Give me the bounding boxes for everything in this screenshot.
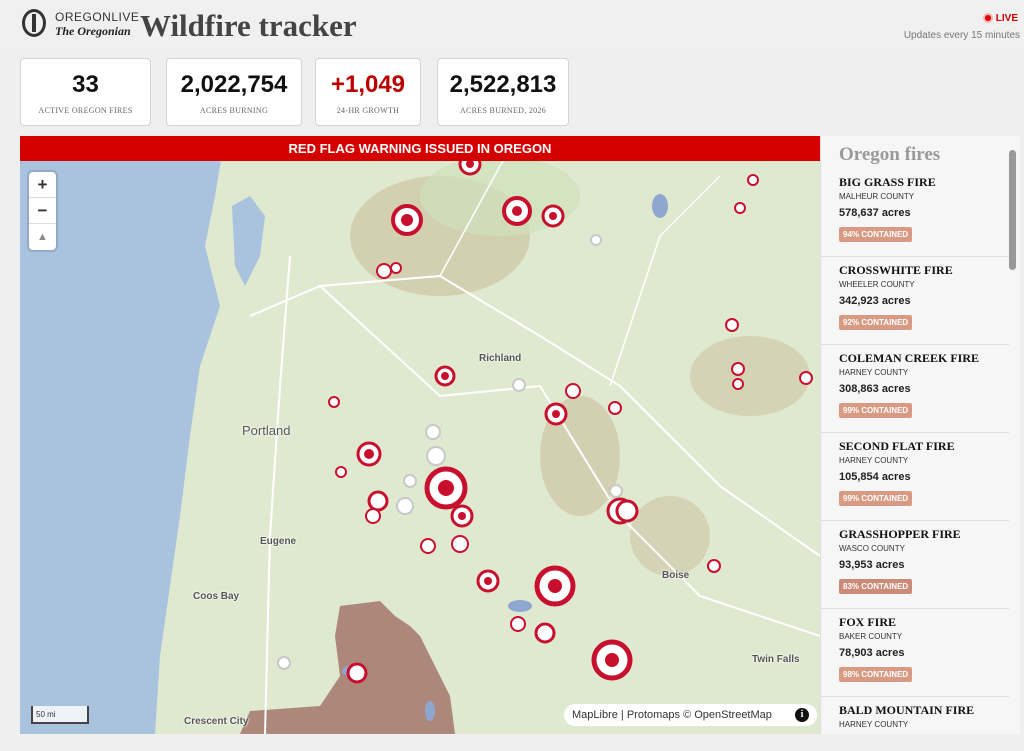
fire-name: BALD MOUNTAIN FIRE [839,703,975,717]
city-label-twin-falls: Twin Falls [752,654,800,665]
containment-badge: 99% CONTAINED [839,403,913,418]
live-indicator: LIVE [982,13,1018,24]
brand-bottom[interactable]: The Oregonian [55,24,131,39]
sidebar-title: Oregon fires [839,144,941,165]
live-label: LIVE [995,13,1018,24]
city-label-eugene: Eugene [260,536,297,547]
city-label-coos-bay: Coos Bay [193,591,240,602]
fire-county: HARNEY COUNTY [839,720,909,729]
fire-county: HARNEY COUNTY [839,368,909,377]
fire-acres: 93,953 acres [839,559,905,571]
info-icon[interactable]: i [795,708,809,722]
page-title: Wildfire tracker [140,8,357,43]
fire-county: BAKER COUNTY [839,632,903,641]
fire-list-item[interactable]: GRASSHOPPER FIRE WASCO COUNTY 93,953 acr… [821,521,1009,609]
stat-active-fires: 33 ACTIVE OREGON FIRES [20,58,151,126]
attribution-text[interactable]: MapLibre | Protomaps © OpenStreetMap [572,709,772,721]
fire-list-item[interactable]: CROSSWHITE FIRE WHEELER COUNTY 342,923 a… [821,257,1009,345]
containment-badge: 92% CONTAINED [839,315,913,330]
fire-list-item[interactable]: FOX FIRE BAKER COUNTY 78,903 acres 98% C… [821,609,1009,697]
sidebar-scrollbar[interactable] [1009,150,1016,270]
zoom-out-button[interactable]: − [29,198,56,224]
containment-badge: 94% CONTAINED [839,227,913,242]
map-attribution: MapLibre | Protomaps © OpenStreetMap i [564,704,817,726]
stat-acres-burned-year: 2,522,813 ACRES BURNED, 2026 [437,58,569,126]
city-label-boise: Boise [662,570,690,581]
red-flag-warning-banner: RED FLAG WARNING ISSUED IN OREGON [20,136,820,161]
fire-county: WHEELER COUNTY [839,280,915,289]
compass-button[interactable]: ▲ [29,224,56,250]
fire-county: HARNEY COUNTY [839,456,909,465]
fire-list-item[interactable]: COLEMAN CREEK FIRE HARNEY COUNTY 308,863… [821,345,1009,433]
stat-value: 33 [72,71,99,98]
fire-name: SECOND FLAT FIRE [839,439,955,453]
live-dot-icon [982,13,993,24]
fire-county: MALHEUR COUNTY [839,192,915,201]
zoom-in-button[interactable]: + [29,172,56,198]
fire-name: COLEMAN CREEK FIRE [839,351,980,365]
map-scale-bar: 50 mi [31,706,89,724]
stat-label: 24-HR GROWTH [336,106,400,115]
fire-county: WASCO COUNTY [839,544,905,553]
stat-label: ACRES BURNED, 2026 [459,106,547,115]
stat-24hr-growth: +1,049 24-HR GROWTH [315,58,421,126]
containment-badge: 99% CONTAINED [839,491,913,506]
fire-acres: 342,923 acres [839,295,911,307]
fire-map[interactable]: Portland Richland Eugene Boise Coos Bay … [20,136,820,734]
fire-name: GRASSHOPPER FIRE [839,527,961,541]
fire-markers-layer[interactable] [20,136,820,734]
fire-name: BIG GRASS FIRE [839,175,936,189]
fires-sidebar[interactable]: Oregon fires BIG GRASS FIRE MALHEUR COUN… [820,136,1020,734]
fire-acres: 105,854 acres [839,471,911,483]
stat-value: 2,022,754 [180,71,288,98]
stat-label: ACTIVE OREGON FIRES [38,106,133,115]
fire-list-item[interactable]: BIG GRASS FIRE MALHEUR COUNTY 578,637 ac… [821,169,1009,257]
fire-list-item[interactable]: BALD MOUNTAIN FIRE HARNEY COUNTY [821,697,1009,734]
stat-label: ACRES BURNING [199,106,269,115]
header: OREGONLIVE The Oregonian Wildfire tracke… [0,0,1024,52]
fire-acres: 78,903 acres [839,647,905,659]
fire-acres: 578,637 acres [839,207,911,219]
city-label-richland: Richland [479,353,522,364]
stat-value: +1,049 [330,71,406,98]
stat-value: 2,522,813 [449,71,557,98]
brand-top[interactable]: OREGONLIVE [55,10,139,24]
update-frequency: Updates every 15 minutes [903,30,1020,41]
oregonian-logo-icon[interactable] [22,9,46,37]
containment-badge: 83% CONTAINED [839,579,913,594]
containment-badge: 98% CONTAINED [839,667,913,682]
map-zoom-controls: + − ▲ [29,172,56,250]
fire-name: FOX FIRE [839,615,896,629]
fire-name: CROSSWHITE FIRE [839,263,953,277]
stat-acres-burning: 2,022,754 ACRES BURNING [166,58,302,126]
fire-acres: 308,863 acres [839,383,911,395]
city-label-crescent-city: Crescent City [184,716,249,727]
city-label-portland: Portland [242,423,291,438]
fire-list-item[interactable]: SECOND FLAT FIRE HARNEY COUNTY 105,854 a… [821,433,1009,521]
